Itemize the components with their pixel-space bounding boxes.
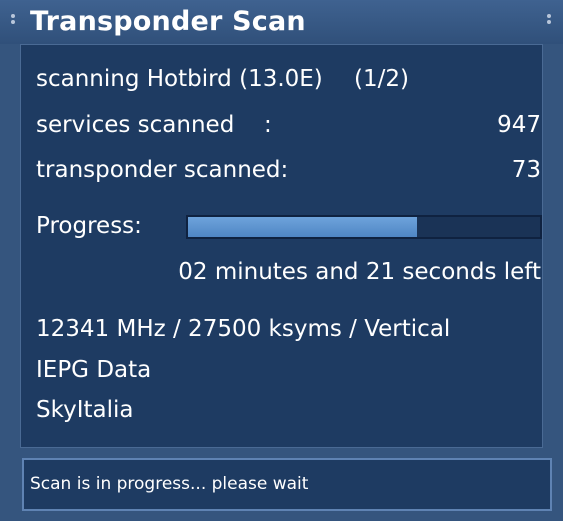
right-screw-icon [546, 14, 552, 28]
status-bar: Scan is in progress... please wait [22, 458, 552, 511]
transponder-scan-window: Transponder Scan scanning Hotbird (13.0E… [0, 0, 563, 521]
services-scanned-value: 947 [497, 112, 541, 138]
transponder-scanned-label: transponder scanned: [36, 157, 289, 183]
progress-bar-fill [188, 217, 417, 237]
services-scanned-colon: : [264, 112, 272, 138]
frequency-info: 12341 MHz / 27500 ksyms / Vertical [36, 316, 451, 342]
services-scanned-label: services scanned [36, 112, 235, 138]
provider-iepg: IEPG Data [36, 357, 152, 383]
time-left: 02 minutes and 21 seconds left [178, 259, 541, 285]
progress-bar [186, 215, 542, 239]
window-title: Transponder Scan [30, 6, 306, 37]
title-bar: Transponder Scan [0, 0, 563, 44]
provider-skyitalia: SkyItalia [36, 397, 134, 423]
transponder-scanned-value: 73 [511, 157, 541, 183]
satellite-count: (1/2) [354, 66, 409, 92]
status-message: Scan is in progress... please wait [30, 474, 309, 494]
satellite-label: scanning Hotbird (13.0E) [36, 66, 323, 92]
progress-label: Progress: [36, 213, 142, 239]
scan-info-panel [20, 44, 543, 448]
left-screw-icon [10, 14, 16, 28]
